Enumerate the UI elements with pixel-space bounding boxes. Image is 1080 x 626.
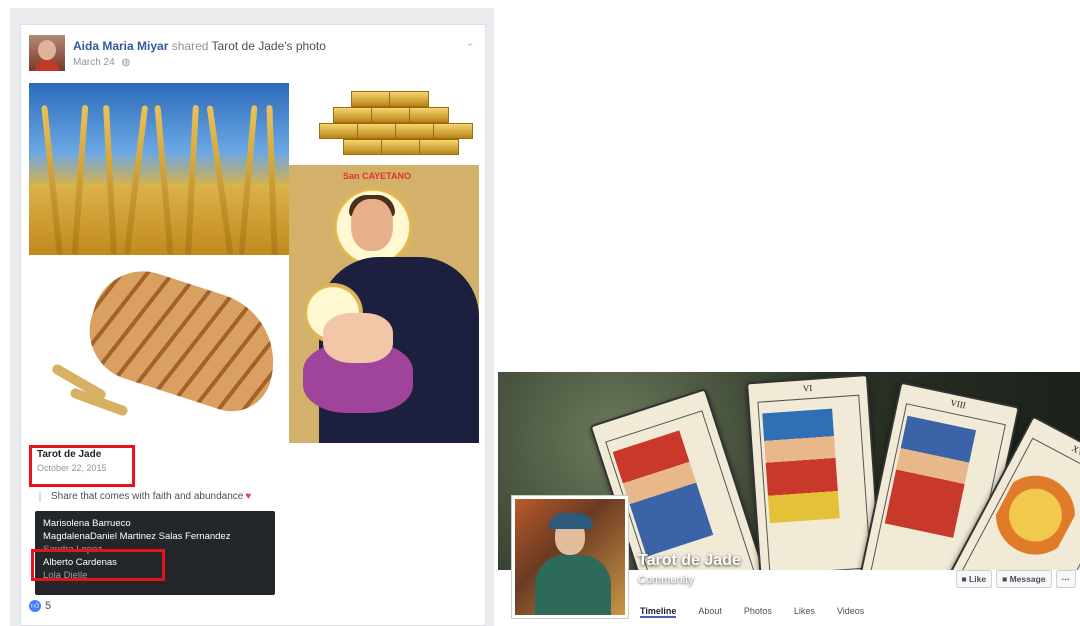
liker-name[interactable]: Marisolena Barrueco: [43, 517, 267, 530]
page-category: Community: [638, 574, 694, 586]
saint-photo[interactable]: San CAYETANO: [289, 165, 479, 443]
post-date-link[interactable]: March 24: [73, 57, 115, 68]
tab-timeline[interactable]: Timeline: [640, 606, 677, 618]
reaction-summary[interactable]: 👍︎ 5: [29, 600, 51, 612]
post-header: Aida Maria Miyar shared Tarot de Jade's …: [73, 39, 326, 53]
shared-post: Aida Maria Miyar shared Tarot de Jade's …: [20, 24, 486, 626]
shared-verb: shared: [171, 39, 209, 53]
author-name-link[interactable]: Aida Maria Miyar: [73, 39, 168, 53]
saint-title: San CAYETANO: [343, 171, 412, 181]
tab-videos[interactable]: Videos: [837, 606, 864, 618]
message-icon: ■: [1002, 574, 1008, 584]
globe-icon: ◍: [121, 57, 131, 68]
page-profile-picture[interactable]: [512, 496, 628, 618]
gold-bars-photo[interactable]: [289, 83, 479, 165]
post-date: March 24 ◍: [73, 57, 130, 68]
shared-target-link[interactable]: Tarot de Jade's photo: [212, 39, 326, 53]
page-actions: ■ Like ■ Message ···: [955, 570, 1076, 588]
wheat-photo[interactable]: [29, 83, 289, 255]
more-options-button[interactable]: ···: [1055, 570, 1076, 588]
highlight-box-liker: [31, 549, 165, 581]
author-avatar[interactable]: [29, 35, 65, 71]
like-label: Like: [969, 574, 987, 584]
page-tabs: Timeline About Photos Likes Videos: [640, 606, 864, 618]
like-reaction-icon: 👍︎: [29, 600, 41, 612]
reaction-count: 5: [45, 600, 52, 612]
bread-photo[interactable]: [29, 257, 289, 443]
thumbs-up-icon: ■: [961, 574, 967, 584]
message-button[interactable]: ■ Message: [996, 570, 1052, 588]
highlight-box-page-name: [29, 445, 135, 487]
page-title[interactable]: Tarot de Jade: [638, 552, 741, 570]
tab-photos[interactable]: Photos: [744, 606, 772, 618]
post-caption-text: Share that comes with faith and abundanc…: [51, 491, 244, 502]
post-caption: Share that comes with faith and abundanc…: [39, 491, 251, 502]
message-label: Message: [1009, 574, 1046, 584]
like-page-button[interactable]: ■ Like: [955, 570, 993, 588]
chevron-down-icon[interactable]: ⌄: [465, 35, 475, 49]
liker-name[interactable]: MagdalenaDaniel Martinez Salas Fernandez: [43, 530, 267, 543]
tab-likes[interactable]: Likes: [794, 606, 815, 618]
tab-about[interactable]: About: [698, 606, 722, 618]
tarot-card: VI: [746, 373, 882, 587]
heart-icon: ♥: [245, 491, 252, 502]
